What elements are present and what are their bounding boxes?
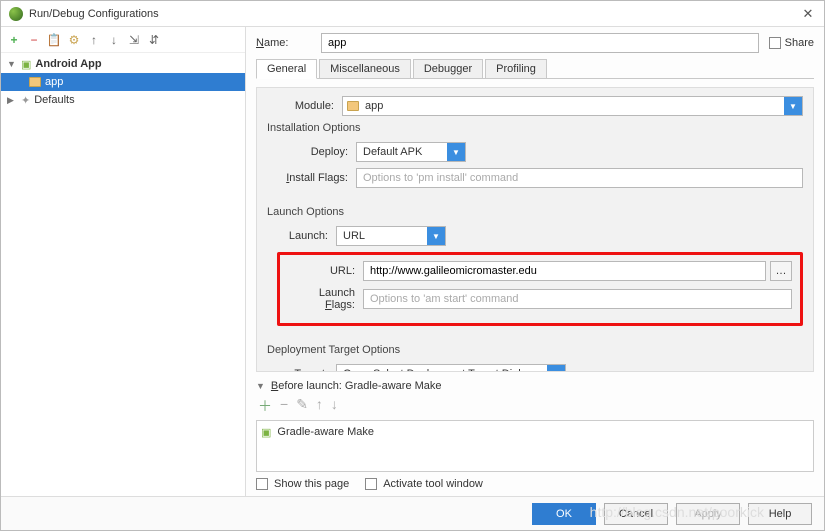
cancel-button[interactable]: Cancel	[604, 503, 668, 525]
tree-node-defaults[interactable]: ▶ ✦ Defaults	[1, 91, 245, 109]
main-split: + − 📋 ⚙ ↑ ↓ ⇲ ⇵ ▼ ▣ Android App app	[1, 27, 824, 496]
before-launch-item-label: Gradle-aware Make	[277, 426, 374, 438]
tree-node-android-app[interactable]: ▼ ▣ Android App	[1, 55, 245, 73]
module-value: app	[359, 100, 784, 112]
launch-group-title: Launch Options	[267, 206, 803, 218]
before-launch-header[interactable]: ▼ Before launch: Gradle-aware Make	[256, 380, 814, 392]
activate-tool-checkbox[interactable]: Activate tool window	[365, 478, 483, 490]
caret-down-icon: ▼	[7, 59, 17, 69]
target-label: Target:	[281, 368, 336, 372]
share-label: Share	[785, 37, 814, 49]
deploy-select[interactable]: Default APK ▼	[356, 142, 466, 162]
tree-node-app[interactable]: app	[1, 73, 245, 91]
name-input[interactable]	[321, 33, 759, 53]
apply-button[interactable]: Apply	[676, 503, 740, 525]
chevron-down-icon: ▼	[547, 365, 565, 372]
launch-value: URL	[337, 230, 427, 242]
config-toolbar: + − 📋 ⚙ ↑ ↓ ⇲ ⇵	[1, 27, 245, 53]
ok-button[interactable]: OK	[532, 503, 596, 525]
android-icon: ▣	[21, 58, 31, 71]
install-flags-label: Install Flags:	[281, 172, 356, 184]
install-flags-input[interactable]	[356, 168, 803, 188]
list-item[interactable]: ▣ Gradle-aware Make	[261, 423, 809, 441]
titlebar: Run/Debug Configurations ✕	[1, 1, 824, 27]
chevron-down-icon: ▼	[427, 227, 445, 245]
window-title: Run/Debug Configurations	[29, 8, 800, 20]
url-input[interactable]	[363, 261, 766, 281]
content-pane: Name: Share General Miscellaneous Debugg…	[246, 27, 824, 496]
up-icon[interactable]: ↑	[87, 33, 101, 47]
before-launch-toolbar: ＋ − ✎ ↑ ↓	[256, 392, 814, 420]
remove-icon[interactable]: −	[280, 396, 288, 416]
name-label: Name:	[256, 37, 321, 49]
deploy-value: Default APK	[357, 146, 447, 158]
settings-icon[interactable]: ⚙	[67, 33, 81, 47]
launch-flags-label: Launch Flags:	[288, 287, 363, 311]
close-icon[interactable]: ✕	[800, 6, 816, 22]
before-launch-label: Before launch: Gradle-aware Make	[271, 380, 442, 392]
add-icon[interactable]: ＋	[258, 396, 272, 416]
deploy-target-group-title: Deployment Target Options	[267, 344, 803, 356]
copy-icon[interactable]: 📋	[47, 33, 61, 47]
before-launch-section: ▼ Before launch: Gradle-aware Make ＋ − ✎…	[256, 380, 814, 496]
tab-bar: General Miscellaneous Debugger Profiling	[256, 59, 814, 79]
chevron-down-icon: ▼	[447, 143, 465, 161]
config-tree: ▼ ▣ Android App app ▶ ✦ Defaults	[1, 53, 245, 496]
deploy-label: Deploy:	[281, 146, 356, 158]
launch-label: Launch:	[281, 230, 336, 242]
tree-label: app	[45, 76, 63, 88]
activate-tool-label: Activate tool window	[383, 478, 483, 490]
tab-general[interactable]: General	[256, 59, 317, 79]
browse-button[interactable]: …	[770, 261, 792, 281]
chevron-down-icon: ▼	[784, 97, 802, 115]
tree-label: Defaults	[34, 94, 74, 106]
name-row: Name: Share	[256, 33, 814, 53]
tab-profiling[interactable]: Profiling	[485, 59, 547, 78]
dialog-buttons: OK Cancel Apply Help	[1, 496, 824, 530]
module-label: Module:	[267, 100, 342, 112]
before-launch-list[interactable]: ▣ Gradle-aware Make	[256, 420, 814, 472]
edit-icon[interactable]: ✎	[296, 396, 308, 416]
gradle-icon: ▣	[261, 426, 271, 439]
down-icon[interactable]: ↓	[331, 396, 338, 416]
sort-icon[interactable]: ⇵	[147, 33, 161, 47]
launch-select[interactable]: URL ▼	[336, 226, 446, 246]
target-select[interactable]: Open Select Deployment Target Dialog ▼	[336, 364, 566, 372]
module-row: Module: app ▼	[267, 96, 803, 116]
sidebar: + − 📋 ⚙ ↑ ↓ ⇲ ⇵ ▼ ▣ Android App app	[1, 27, 246, 496]
tab-debugger[interactable]: Debugger	[413, 59, 483, 78]
remove-icon[interactable]: −	[27, 33, 41, 47]
general-panel: Module: app ▼ Installation Options Deplo…	[256, 87, 814, 372]
module-select[interactable]: app ▼	[342, 96, 803, 116]
install-group-title: Installation Options	[267, 122, 803, 134]
down-icon[interactable]: ↓	[107, 33, 121, 47]
checkbox-icon	[769, 37, 781, 49]
share-checkbox[interactable]: Share	[769, 37, 814, 49]
caret-down-icon: ▼	[256, 381, 265, 391]
tab-miscellaneous[interactable]: Miscellaneous	[319, 59, 411, 78]
folder-icon	[347, 101, 359, 111]
checkbox-icon	[256, 478, 268, 490]
wrench-icon: ✦	[21, 94, 30, 107]
folder-icon	[29, 77, 41, 87]
launch-flags-input[interactable]	[363, 289, 792, 309]
dialog-window: Run/Debug Configurations ✕ + − 📋 ⚙ ↑ ↓ ⇲…	[0, 0, 825, 531]
url-label: URL:	[288, 265, 363, 277]
highlighted-url-section: URL: … Launch Flags:	[277, 252, 803, 326]
help-button[interactable]: Help	[748, 503, 812, 525]
checkbox-icon	[365, 478, 377, 490]
show-this-page-label: Show this page	[274, 478, 349, 490]
caret-right-icon: ▶	[7, 95, 17, 106]
app-logo-icon	[9, 7, 23, 21]
add-icon[interactable]: +	[7, 33, 21, 47]
export-icon[interactable]: ⇲	[127, 33, 141, 47]
up-icon[interactable]: ↑	[316, 396, 323, 416]
target-value: Open Select Deployment Target Dialog	[337, 368, 547, 372]
show-this-page-checkbox[interactable]: Show this page	[256, 478, 349, 490]
tree-label: Android App	[35, 58, 101, 70]
